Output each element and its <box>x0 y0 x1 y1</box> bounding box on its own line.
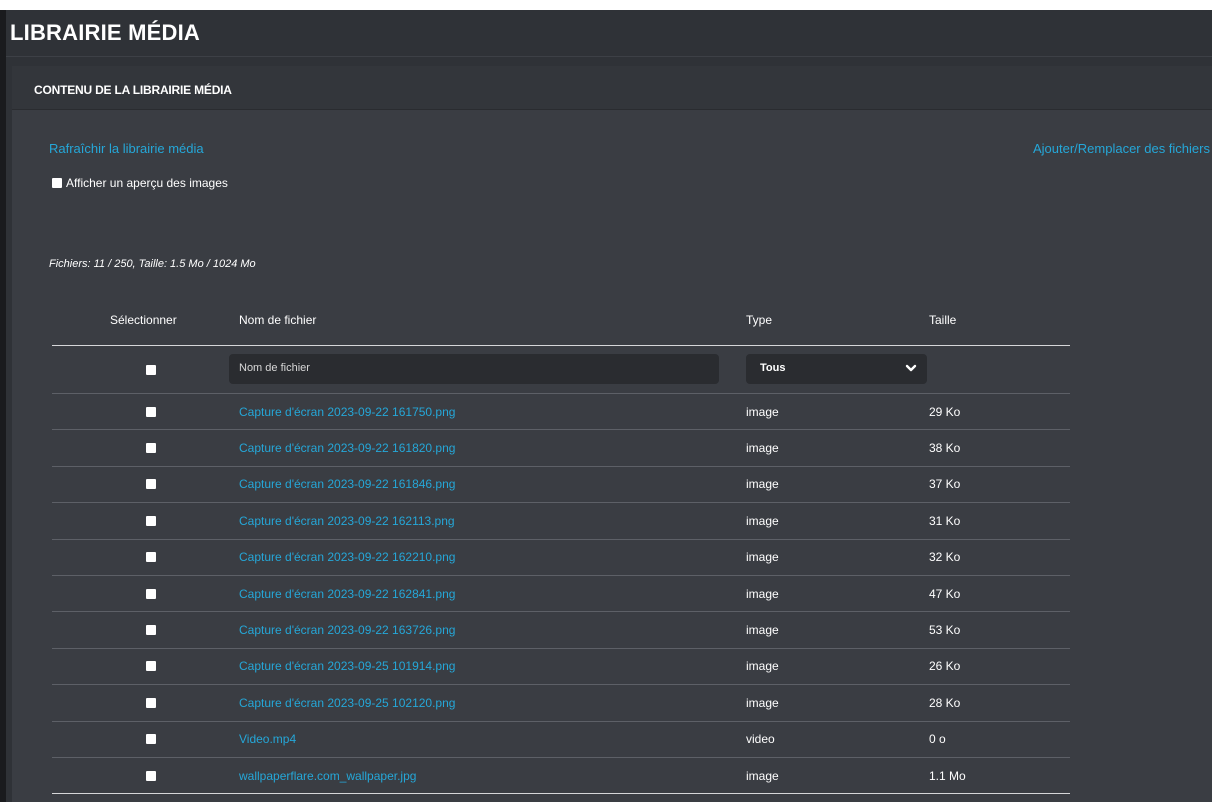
table-row: Capture d'écran 2023-09-22 161846.png im… <box>52 467 1070 504</box>
file-size: 47 Ko <box>929 586 961 601</box>
app-window: LIBRAIRIE MÉDIA CONTENU DE LA LIBRAIRIE … <box>0 10 1212 802</box>
row-select-checkbox[interactable] <box>146 552 156 563</box>
file-type: image <box>746 550 779 565</box>
file-name-link[interactable]: Capture d'écran 2023-09-22 161750.png <box>239 405 455 419</box>
column-header-select: Sélectionner <box>110 313 177 327</box>
file-type: video <box>746 732 775 747</box>
title-divider <box>6 56 1212 57</box>
filter-row: Nom de fichier Tous <box>52 346 1070 394</box>
refresh-library-link[interactable]: Rafraîchir la librairie média <box>49 141 204 156</box>
table-body: Capture d'écran 2023-09-22 161750.png im… <box>52 394 1070 795</box>
file-size: 1.1 Mo <box>929 768 966 783</box>
column-header-size[interactable]: Taille <box>929 313 956 327</box>
table-row: Capture d'écran 2023-09-22 162113.png im… <box>52 503 1070 540</box>
row-select-checkbox[interactable] <box>146 443 156 454</box>
file-type: image <box>746 659 779 674</box>
file-type: image <box>746 477 779 492</box>
file-name-link[interactable]: wallpaperflare.com_wallpaper.jpg <box>239 769 416 783</box>
files-table: Sélectionner Nom de fichier Type Taille … <box>52 286 1070 795</box>
file-type: image <box>746 623 779 638</box>
page-title: LIBRAIRIE MÉDIA <box>10 20 200 45</box>
file-size: 37 Ko <box>929 477 961 492</box>
column-header-type[interactable]: Type <box>746 313 772 327</box>
file-size: 32 Ko <box>929 550 961 565</box>
image-preview-toggle[interactable]: Afficher un aperçu des images <box>52 176 228 190</box>
file-type: image <box>746 768 779 783</box>
row-select-checkbox[interactable] <box>146 661 156 672</box>
file-size: 26 Ko <box>929 659 961 674</box>
image-preview-checkbox[interactable] <box>52 178 62 188</box>
table-row: Capture d'écran 2023-09-22 161750.png im… <box>52 394 1070 431</box>
file-type: image <box>746 441 779 456</box>
file-name-link[interactable]: Capture d'écran 2023-09-22 161820.png <box>239 441 455 455</box>
media-library-panel: CONTENU DE LA LIBRAIRIE MÉDIA Rafraîchir… <box>12 66 1212 802</box>
table-row: Capture d'écran 2023-09-22 162841.png im… <box>52 576 1070 613</box>
table-row: Capture d'écran 2023-09-22 162210.png im… <box>52 540 1070 576</box>
file-size: 29 Ko <box>929 404 961 419</box>
table-row: Capture d'écran 2023-09-22 163726.png im… <box>52 612 1070 649</box>
type-filter-select[interactable]: Tous <box>746 354 927 384</box>
file-name-link[interactable]: Capture d'écran 2023-09-25 102120.png <box>239 696 455 710</box>
row-select-checkbox[interactable] <box>146 479 156 490</box>
row-select-checkbox[interactable] <box>146 406 156 417</box>
type-filter-value: Tous <box>760 362 786 374</box>
image-preview-label: Afficher un aperçu des images <box>66 176 228 190</box>
file-name-link[interactable]: Capture d'écran 2023-09-22 161846.png <box>239 477 455 491</box>
chevron-down-icon <box>905 364 917 372</box>
row-select-checkbox[interactable] <box>146 770 156 781</box>
file-name-link[interactable]: Video.mp4 <box>239 732 296 746</box>
table-row: Capture d'écran 2023-09-22 161820.png im… <box>52 430 1070 467</box>
file-type: image <box>746 695 779 710</box>
file-name-link[interactable]: Capture d'écran 2023-09-22 163726.png <box>239 623 455 637</box>
table-row: wallpaperflare.com_wallpaper.jpg image 1… <box>52 758 1070 795</box>
add-replace-files-link[interactable]: Ajouter/Remplacer des fichiers <box>1033 141 1210 156</box>
file-name-link[interactable]: Capture d'écran 2023-09-22 162210.png <box>239 550 455 564</box>
table-row: Capture d'écran 2023-09-25 101914.png im… <box>52 649 1070 686</box>
file-size: 28 Ko <box>929 695 961 710</box>
column-header-name[interactable]: Nom de fichier <box>239 313 316 327</box>
file-name-link[interactable]: Capture d'écran 2023-09-22 162113.png <box>239 514 455 528</box>
file-name-link[interactable]: Capture d'écran 2023-09-25 101914.png <box>239 659 455 673</box>
library-stats: Fichiers: 11 / 250, Taille: 1.5 Mo / 102… <box>49 258 256 270</box>
select-all-checkbox[interactable] <box>146 364 156 375</box>
file-size: 53 Ko <box>929 623 961 638</box>
file-size: 38 Ko <box>929 441 961 456</box>
row-select-checkbox[interactable] <box>146 588 156 599</box>
file-size: 0 o <box>929 732 946 747</box>
table-row: Capture d'écran 2023-09-25 102120.png im… <box>52 685 1070 722</box>
table-row: Video.mp4 video 0 o <box>52 722 1070 758</box>
row-select-checkbox[interactable] <box>146 734 156 745</box>
row-select-checkbox[interactable] <box>146 625 156 636</box>
file-name-link[interactable]: Capture d'écran 2023-09-22 162841.png <box>239 587 455 601</box>
row-select-checkbox[interactable] <box>146 697 156 708</box>
file-size: 31 Ko <box>929 513 961 528</box>
panel-title: CONTENU DE LA LIBRAIRIE MÉDIA <box>34 83 232 97</box>
file-type: image <box>746 586 779 601</box>
table-header: Sélectionner Nom de fichier Type Taille <box>52 286 1070 346</box>
row-select-checkbox[interactable] <box>146 515 156 526</box>
filename-filter-input[interactable]: Nom de fichier <box>229 354 719 384</box>
file-type: image <box>746 404 779 419</box>
panel-header: CONTENU DE LA LIBRAIRIE MÉDIA <box>12 66 1212 110</box>
file-type: image <box>746 513 779 528</box>
